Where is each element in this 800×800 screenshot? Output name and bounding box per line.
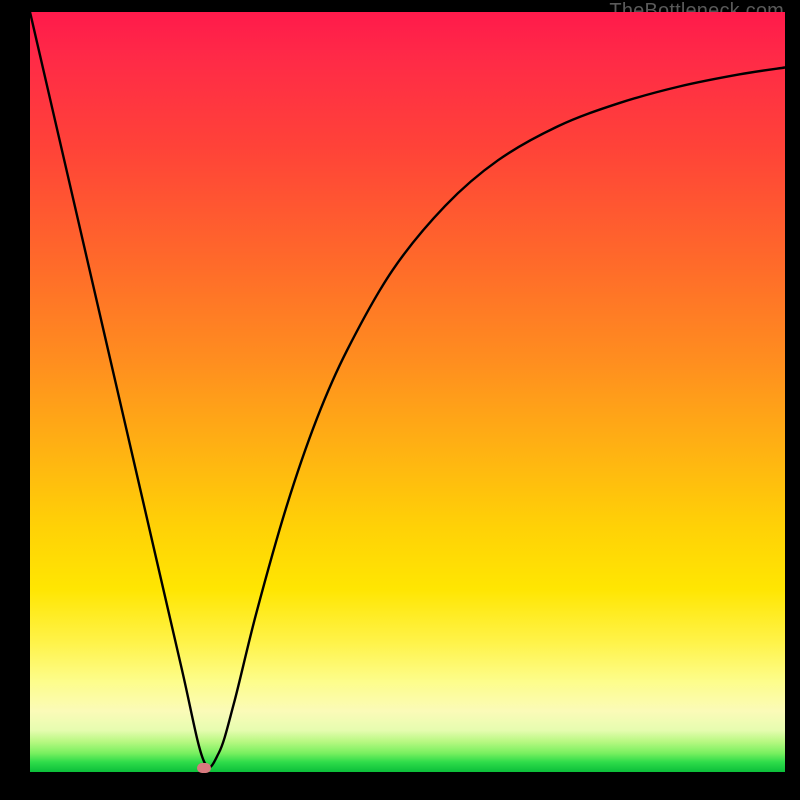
bottleneck-curve [30, 12, 785, 772]
plot-area [30, 12, 785, 772]
optimum-marker [197, 763, 211, 773]
chart-frame: TheBottleneck.com [0, 0, 800, 800]
